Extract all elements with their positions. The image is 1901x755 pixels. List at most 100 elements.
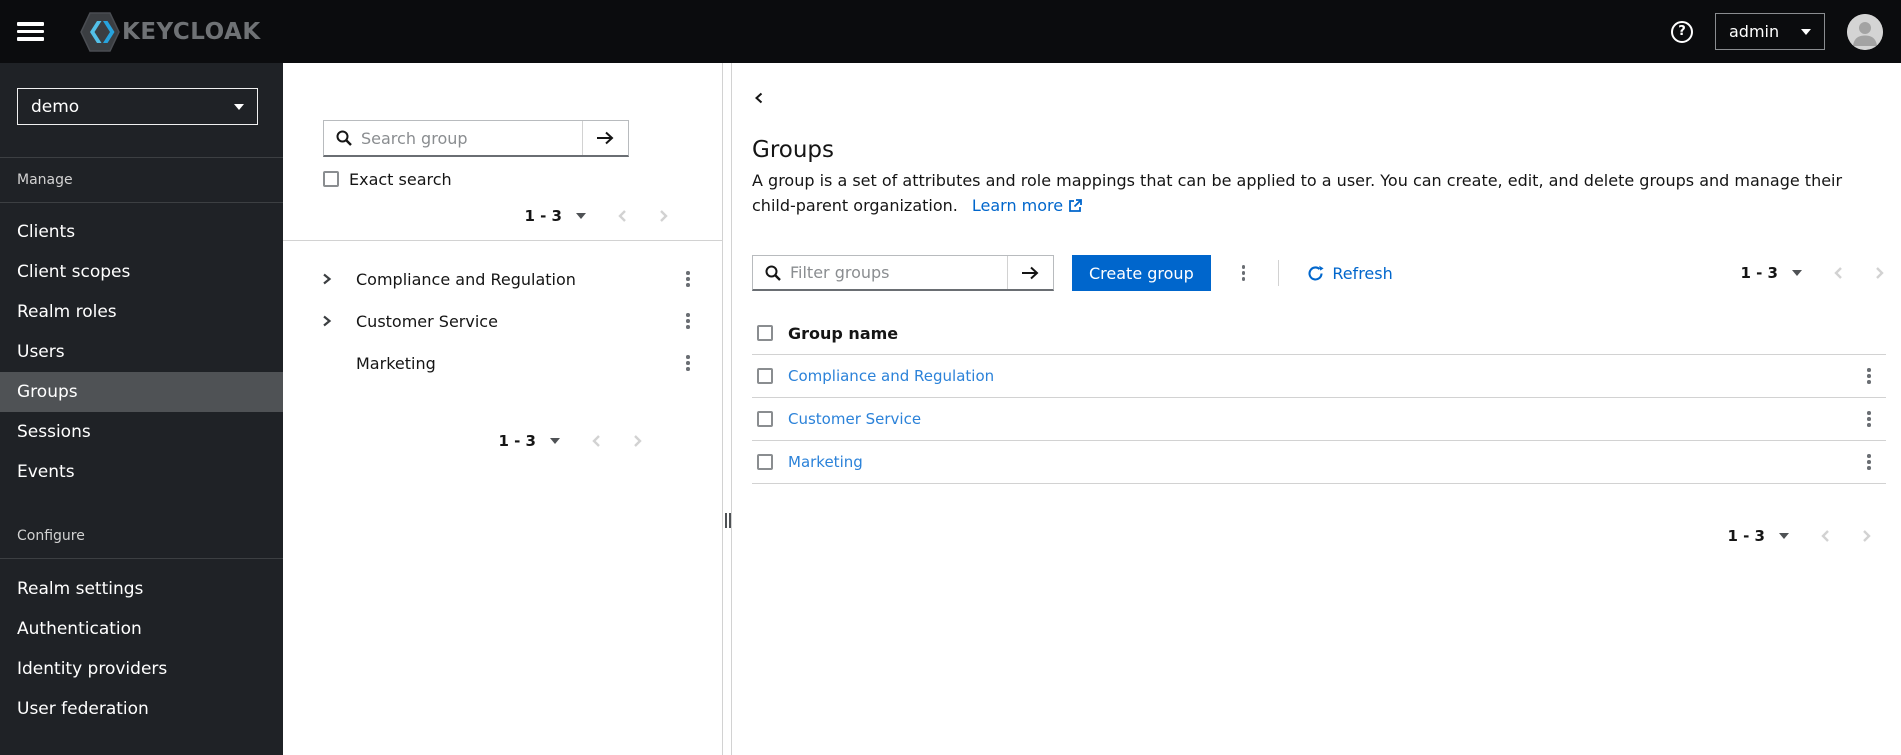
learn-more-link[interactable]: Learn more: [971, 196, 1083, 215]
sidebar-item-realm-settings[interactable]: Realm settings: [0, 569, 283, 609]
next-page-icon[interactable]: [631, 434, 644, 448]
sidebar-item-identity-providers[interactable]: Identity providers: [0, 649, 283, 689]
next-page-icon[interactable]: [657, 209, 670, 223]
toolbar-divider: [1278, 260, 1280, 286]
row-kebab-icon[interactable]: [1861, 407, 1877, 431]
kebab-menu-icon[interactable]: [680, 351, 696, 375]
next-page-icon[interactable]: [1860, 529, 1873, 543]
group-link[interactable]: Marketing: [788, 453, 863, 471]
filter-submit-button[interactable]: [1007, 256, 1053, 289]
sidebar-item-clients[interactable]: Clients: [0, 212, 283, 252]
prev-page-icon[interactable]: [1819, 529, 1832, 543]
page-description: A group is a set of attributes and role …: [752, 168, 1886, 220]
groups-table: Group name Compliance and Regulation Cus…: [752, 312, 1886, 484]
row-kebab-icon[interactable]: [1861, 364, 1877, 388]
sidebar-item-groups[interactable]: Groups: [0, 372, 283, 412]
avatar[interactable]: [1847, 13, 1883, 50]
user-menu-label: admin: [1729, 22, 1780, 41]
pagination-range: 1 - 3: [498, 432, 536, 450]
prev-page-icon[interactable]: [1832, 266, 1845, 280]
brand-text: KEYCLOAK: [122, 18, 261, 45]
keycloak-logo-icon: [80, 10, 120, 54]
tree-divider: [283, 240, 722, 241]
kebab-menu-icon[interactable]: [680, 267, 696, 291]
sidebar-item-sessions[interactable]: Sessions: [0, 412, 283, 452]
expand-chevron-icon[interactable]: [321, 314, 341, 328]
filter-groups-box: [752, 255, 1054, 291]
exact-search-checkbox[interactable]: [323, 171, 339, 187]
groups-main-panel: Groups A group is a set of attributes an…: [732, 63, 1901, 755]
table-header-row: Group name: [752, 312, 1886, 355]
row-checkbox[interactable]: [757, 411, 773, 427]
chevron-down-icon: [234, 103, 244, 110]
table-row: Marketing: [752, 441, 1886, 484]
refresh-button[interactable]: Refresh: [1307, 263, 1393, 283]
pagination-range: 1 - 3: [524, 207, 562, 225]
group-search-submit-button[interactable]: [582, 121, 628, 155]
refresh-label: Refresh: [1332, 263, 1393, 283]
tree-item: Marketing: [283, 342, 722, 384]
tree-item-label[interactable]: Marketing: [356, 354, 436, 373]
prev-page-icon[interactable]: [616, 209, 629, 223]
table-pagination-top: 1 - 3: [1740, 255, 1886, 291]
create-group-button[interactable]: Create group: [1072, 255, 1211, 291]
masthead: KEYCLOAK ? admin: [0, 0, 1901, 63]
groups-toolbar: Create group Refresh 1 - 3: [752, 255, 1886, 291]
group-search-box: [323, 120, 629, 157]
sidebar-item-realm-roles[interactable]: Realm roles: [0, 292, 283, 332]
expand-chevron-icon[interactable]: [321, 272, 341, 286]
sidebar-item-events[interactable]: Events: [0, 452, 283, 492]
tree-item: Compliance and Regulation: [283, 258, 722, 300]
sidebar-item-client-scopes[interactable]: Client scopes: [0, 252, 283, 292]
prev-page-icon[interactable]: [590, 434, 603, 448]
nav-section-configure: Configure: [0, 492, 283, 559]
page-title: Groups: [752, 137, 835, 163]
row-checkbox[interactable]: [757, 454, 773, 470]
help-icon[interactable]: ?: [1671, 20, 1693, 43]
group-tree-panel: Exact search 1 - 3 Compliance and Regula…: [283, 63, 723, 755]
nav-toggle-icon[interactable]: [17, 22, 44, 41]
tree-item: Customer Service: [283, 300, 722, 342]
sidebar: demo Manage Clients Client scopes Realm …: [0, 63, 283, 755]
row-kebab-icon[interactable]: [1861, 450, 1877, 474]
nav-section-manage: Manage: [0, 158, 283, 203]
sidebar-item-user-federation[interactable]: User federation: [0, 689, 283, 729]
tree-item-label[interactable]: Customer Service: [356, 312, 498, 331]
panel-splitter[interactable]: [723, 63, 732, 755]
per-page-caret-icon[interactable]: [550, 438, 560, 444]
group-link[interactable]: Compliance and Regulation: [788, 367, 994, 385]
tree-pagination-bottom: 1 - 3: [283, 423, 722, 459]
per-page-caret-icon[interactable]: [1779, 533, 1789, 539]
search-icon: [336, 130, 352, 146]
row-checkbox[interactable]: [757, 368, 773, 384]
pagination-range: 1 - 3: [1727, 527, 1765, 545]
kebab-menu-icon[interactable]: [680, 309, 696, 333]
sidebar-item-authentication[interactable]: Authentication: [0, 609, 283, 649]
group-search-input[interactable]: [361, 128, 572, 148]
realm-selector-value: demo: [31, 96, 80, 117]
pagination-range: 1 - 3: [1740, 264, 1778, 282]
per-page-caret-icon[interactable]: [576, 213, 586, 219]
external-link-icon: [1068, 195, 1083, 220]
search-icon: [765, 265, 781, 281]
tree-item-label[interactable]: Compliance and Regulation: [356, 270, 576, 289]
exact-search-label: Exact search: [349, 169, 452, 189]
learn-more-label: Learn more: [971, 196, 1064, 215]
table-row: Compliance and Regulation: [752, 355, 1886, 398]
table-pagination-bottom: 1 - 3: [752, 518, 1886, 554]
splitter-grip-icon: [725, 513, 731, 528]
description-text: A group is a set of attributes and role …: [752, 171, 1843, 215]
group-link[interactable]: Customer Service: [788, 410, 921, 428]
realm-selector[interactable]: demo: [17, 88, 258, 125]
user-menu-dropdown[interactable]: admin: [1715, 13, 1825, 50]
filter-groups-input[interactable]: [790, 263, 997, 282]
per-page-caret-icon[interactable]: [1792, 270, 1802, 276]
sidebar-item-users[interactable]: Users: [0, 332, 283, 372]
refresh-icon: [1307, 265, 1324, 282]
column-header-group-name: Group name: [788, 323, 899, 343]
collapse-panel-chevron-icon[interactable]: [752, 90, 766, 106]
toolbar-kebab-icon[interactable]: [1236, 261, 1252, 285]
select-all-checkbox[interactable]: [757, 325, 773, 341]
next-page-icon[interactable]: [1873, 266, 1886, 280]
table-row: Customer Service: [752, 398, 1886, 441]
